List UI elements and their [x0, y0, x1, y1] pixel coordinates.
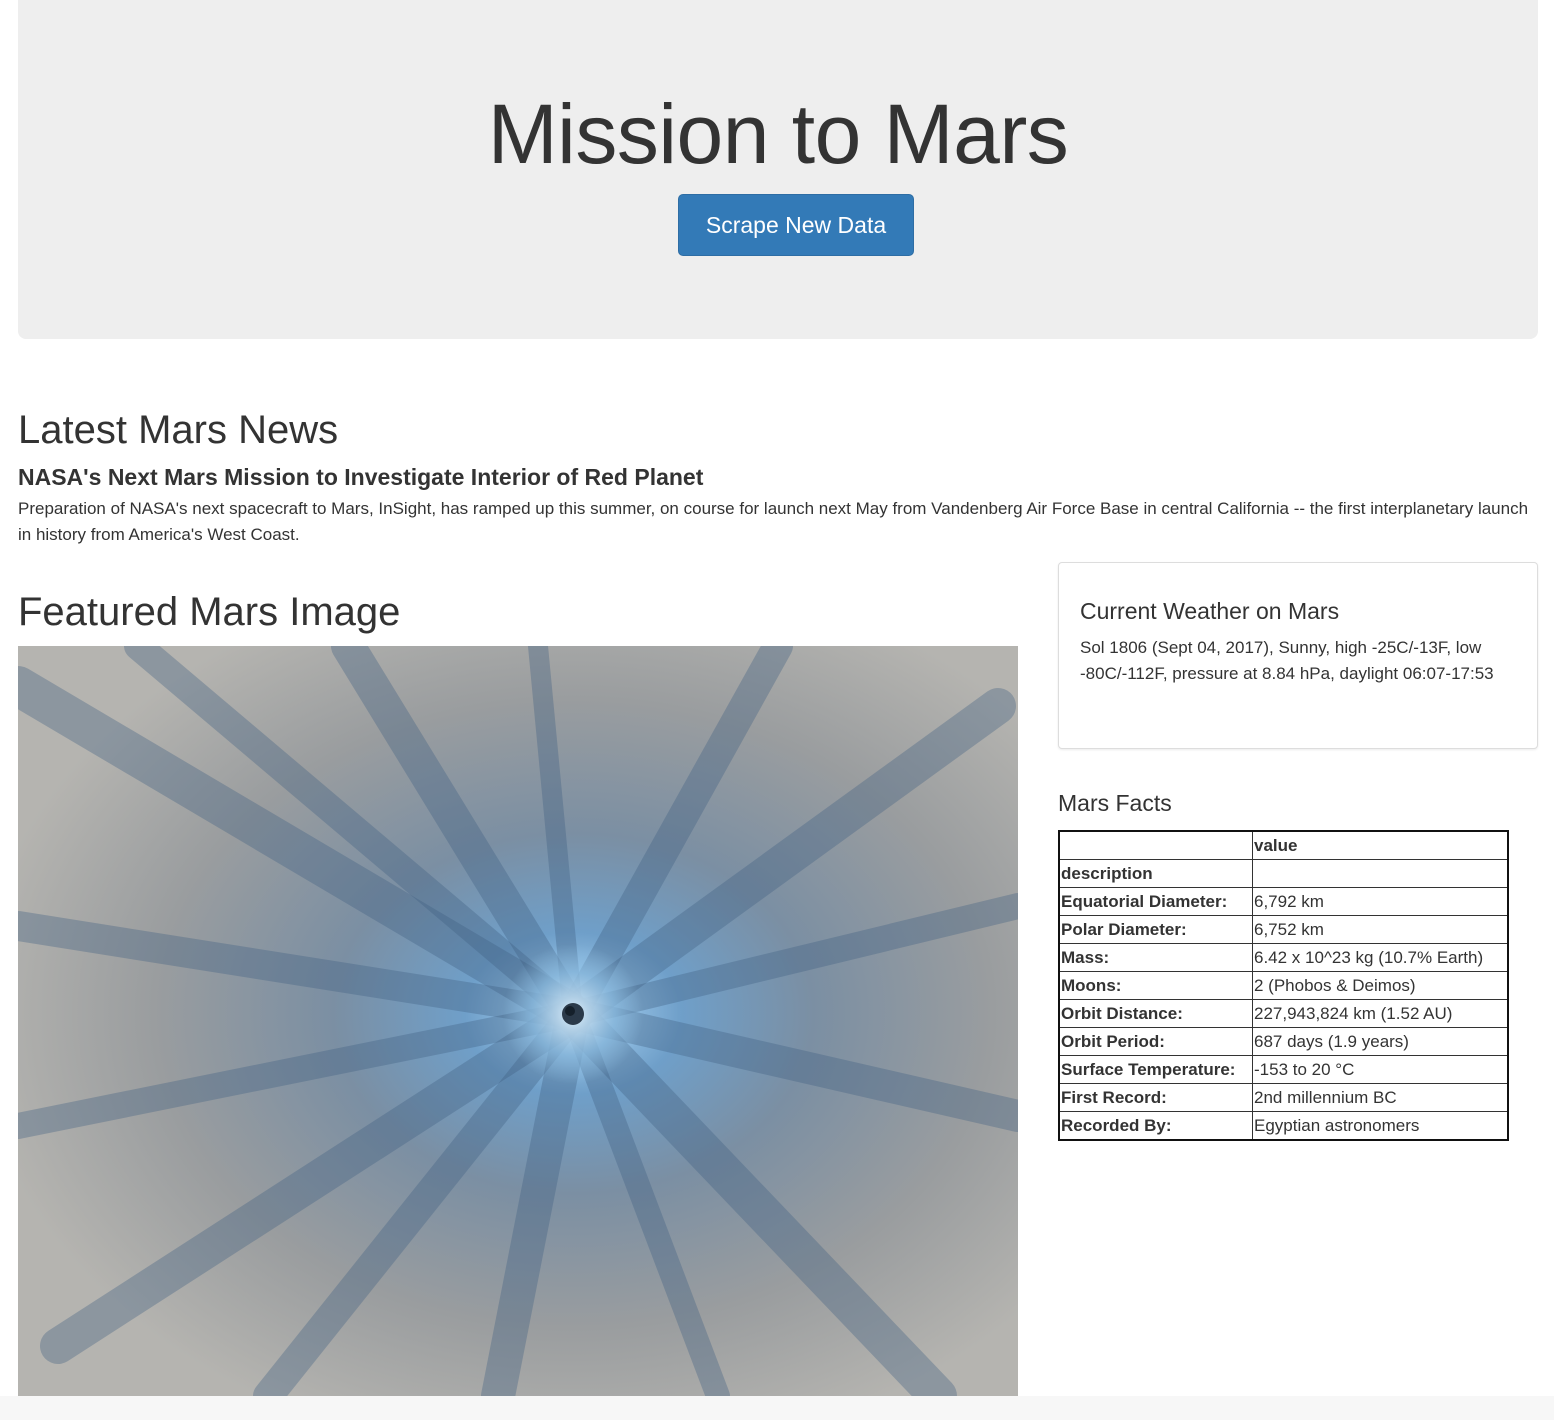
weather-text: Sol 1806 (Sept 04, 2017), Sunny, high -2…: [1080, 638, 1494, 683]
table-index-row: description: [1058, 859, 1509, 888]
table-row: Orbit Distance: 227,943,824 km (1.52 AU): [1058, 999, 1509, 1028]
table-row: Moons: 2 (Phobos & Deimos): [1058, 971, 1509, 1000]
fact-value: 2 (Phobos & Deimos): [1252, 971, 1509, 1000]
fact-key: Mass:: [1058, 943, 1253, 972]
table-row: Mass: 6.42 x 10^23 kg (10.7% Earth): [1058, 943, 1509, 972]
fact-value: 6,792 km: [1252, 887, 1509, 916]
news-title: NASA's Next Mars Mission to Investigate …: [18, 464, 704, 490]
fact-key: Orbit Distance:: [1058, 999, 1253, 1028]
page-bottom-edge: [0, 1396, 1554, 1420]
fact-key: Equatorial Diameter:: [1058, 887, 1253, 916]
mars-facts-table: value description Equatorial Diameter: 6…: [1058, 830, 1509, 1141]
fact-key: First Record:: [1058, 1083, 1253, 1112]
featured-mars-image: [18, 646, 1018, 1396]
fact-value: 6,752 km: [1252, 915, 1509, 944]
table-header-blank: [1058, 830, 1253, 860]
weather-heading: Current Weather on Mars: [1080, 598, 1340, 624]
table-index-label: description: [1058, 859, 1253, 888]
table-row: Equatorial Diameter: 6,792 km: [1058, 887, 1509, 916]
table-index-blank: [1252, 859, 1509, 888]
news-paragraph: Preparation of NASA's next spacecraft to…: [18, 499, 1529, 544]
fact-key: Polar Diameter:: [1058, 915, 1253, 944]
table-header-row: value: [1058, 830, 1509, 860]
fact-value: 6.42 x 10^23 kg (10.7% Earth): [1252, 943, 1509, 972]
fact-value: Egyptian astronomers: [1252, 1111, 1509, 1141]
table-row: Recorded By: Egyptian astronomers: [1058, 1111, 1509, 1141]
scrape-new-data-button[interactable]: Scrape New Data: [678, 194, 914, 256]
table-header-value: value: [1252, 830, 1509, 860]
table-row: Polar Diameter: 6,752 km: [1058, 915, 1509, 944]
featured-image-heading: Featured Mars Image: [18, 590, 401, 634]
fact-value: -153 to 20 °C: [1252, 1055, 1509, 1084]
fact-value: 227,943,824 km (1.52 AU): [1252, 999, 1509, 1028]
fact-key: Moons:: [1058, 971, 1253, 1000]
fact-key: Recorded By:: [1058, 1111, 1253, 1141]
table-row: Surface Temperature: -153 to 20 °C: [1058, 1055, 1509, 1084]
fact-value: 2nd millennium BC: [1252, 1083, 1509, 1112]
fact-key: Surface Temperature:: [1058, 1055, 1253, 1084]
jumbotron-header: Mission to Mars Scrape New Data: [18, 0, 1538, 339]
table-row: First Record: 2nd millennium BC: [1058, 1083, 1509, 1112]
mars-facts-heading: Mars Facts: [1058, 790, 1172, 816]
fact-value: 687 days (1.9 years): [1252, 1027, 1509, 1056]
latest-news-heading: Latest Mars News: [18, 408, 339, 452]
fact-key: Orbit Period:: [1058, 1027, 1253, 1056]
weather-panel: Current Weather on Mars Sol 1806 (Sept 0…: [1058, 562, 1538, 749]
page-title: Mission to Mars: [487, 87, 1069, 181]
table-row: Orbit Period: 687 days (1.9 years): [1058, 1027, 1509, 1056]
